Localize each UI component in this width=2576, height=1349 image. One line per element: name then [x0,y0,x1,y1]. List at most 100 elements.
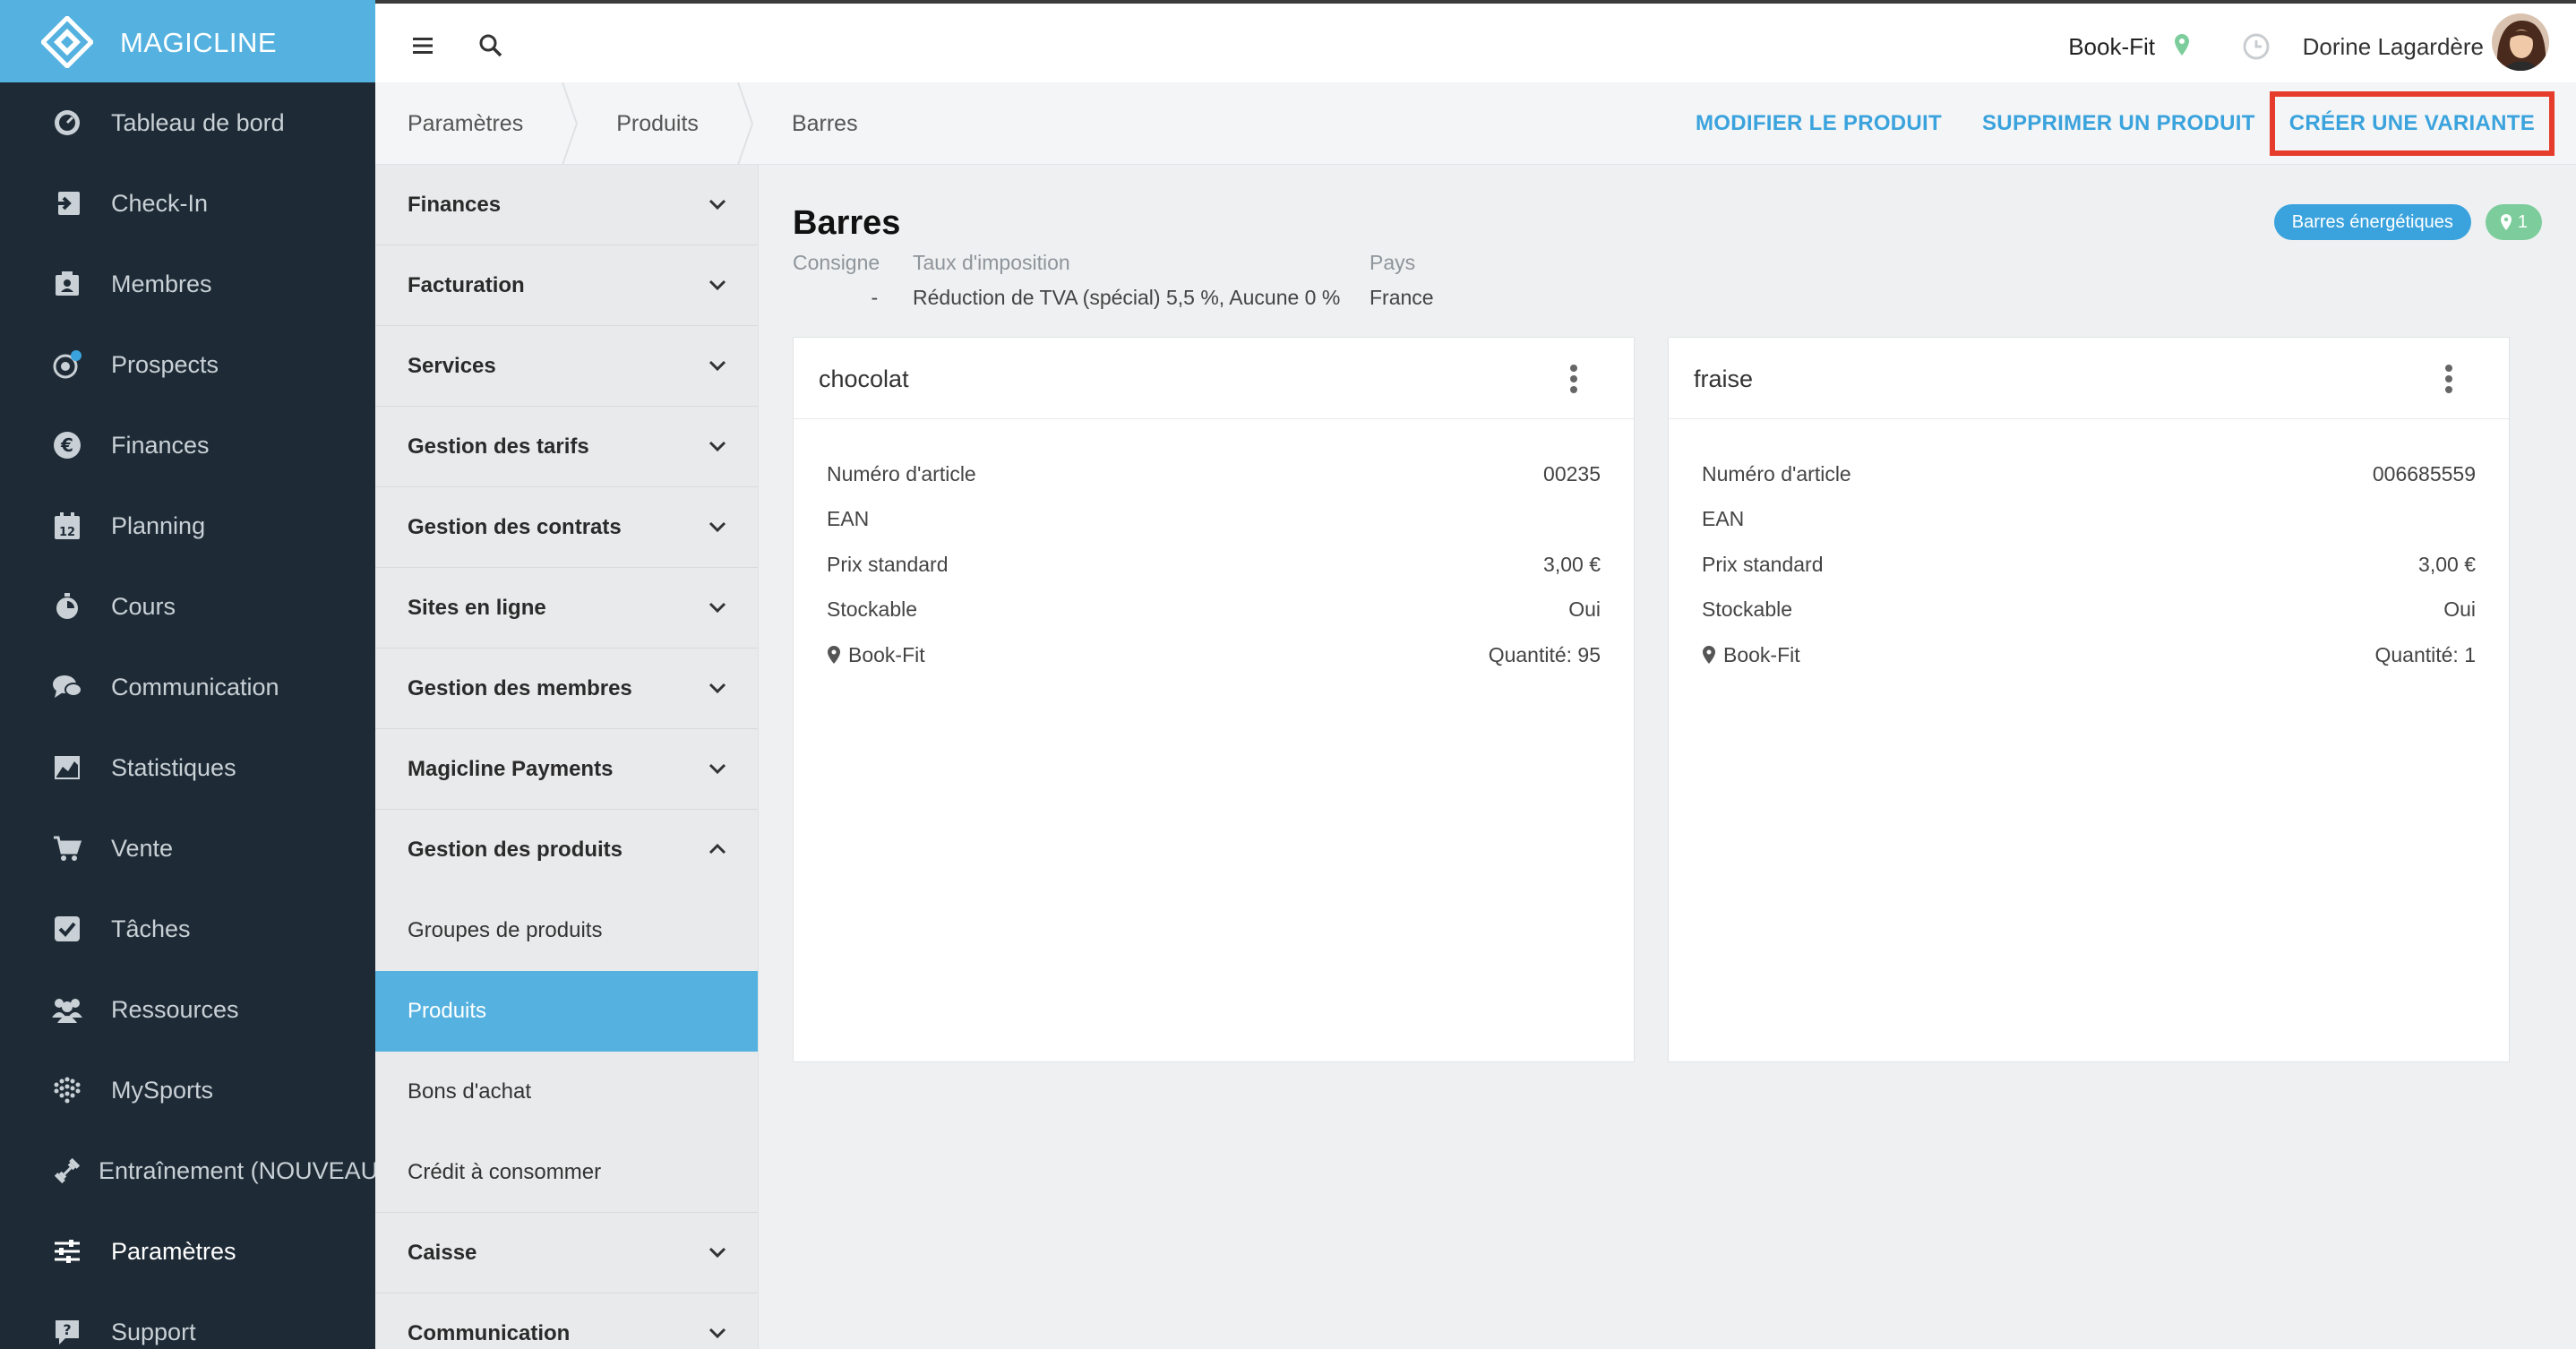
product-group-badge[interactable]: Barres énergétiques [2273,204,2471,240]
search-icon[interactable] [476,30,506,61]
variant-details: Numéro d'article 006685559 EAN Prix stan… [1669,419,2509,678]
location-count-badge[interactable]: 1 [2485,204,2542,240]
nav-item-finances[interactable]: € Finances [0,405,375,485]
article-value: 00235 [1543,461,1601,485]
breadcrumb-item-settings[interactable]: Paramètres [408,111,523,137]
nav-item-label: Membres [111,270,212,297]
main-navigation: MAGICLINE Tableau de bord Check-In Membr… [0,0,386,1349]
submenu-item-product-groups[interactable]: Groupes de produits [375,890,758,971]
user-name[interactable]: Dorine Lagardère [2303,4,2484,86]
stockable-label: Stockable [827,597,918,622]
variant-card: chocolat Numéro d'article 00235 EAN Prix… [793,337,1635,1062]
nav-item-tasks[interactable]: Tâches [0,889,375,969]
current-site[interactable]: Book-Fit [2068,4,2155,86]
nav-item-sales[interactable]: Vente [0,808,375,889]
nav-item-label: Check-In [111,189,209,217]
nav-item-label: Cours [111,592,176,620]
submenu-item-credit[interactable]: Crédit à consommer [375,1132,758,1213]
nav-item-mysports[interactable]: MySports [0,1050,375,1130]
submenu-section-label: Gestion des contrats [408,514,622,539]
nav-item-training[interactable]: Entraînement (NOUVEAU) [0,1130,386,1211]
detail-row-stock: Book-Fit Quantité: 1 [1702,632,2476,678]
chart-icon [52,752,82,783]
stockable-value: Oui [2443,597,2476,622]
avatar[interactable] [2492,13,2549,71]
deposit-field: Consigne - [793,251,880,310]
submenu-section-online-sites[interactable]: Sites en ligne [375,568,758,649]
nav-item-support[interactable]: ? Support [0,1292,375,1349]
submenu-section-cash-register[interactable]: Caisse [375,1213,758,1293]
nav-item-resources[interactable]: Ressources [0,969,375,1050]
delete-product-button[interactable]: SUPPRIMER UN PRODUIT [1982,111,2255,136]
more-options-icon[interactable] [1567,363,1580,395]
top-bar: Book-Fit Dorine Lagardère [375,0,2576,82]
chevron-down-icon [708,1247,726,1259]
location-pin-icon [1703,646,1715,665]
country-label: Pays [1370,251,1416,274]
detail-row-stockable: Stockable Oui [1702,588,2476,633]
nav-item-check-in[interactable]: Check-In [0,163,375,244]
variant-card-header: chocolat [794,338,1634,419]
nav-item-settings[interactable]: Paramètres [0,1211,375,1292]
magicline-logo-icon [41,16,93,68]
clock-icon[interactable] [2243,33,2270,64]
nav-item-planning[interactable]: 12 Planning [0,485,375,566]
submenu-item-products[interactable]: Produits [375,971,758,1052]
nav-item-label: Statistiques [111,753,236,781]
submenu-item-label: Produits [408,999,487,1023]
submenu-section-payments[interactable]: Magicline Payments [375,729,758,810]
submenu-section-finances[interactable]: Finances [375,165,758,245]
dots-grid-icon [52,1075,82,1105]
submenu-section-label: Sites en ligne [408,595,546,620]
stock-site-name: Book-Fit [848,642,925,666]
submenu-section-communication[interactable]: Communication [375,1293,758,1349]
country-field: Pays France [1370,251,1434,310]
submenu-section-label: Finances [408,192,502,217]
nav-item-label: MySports [111,1076,214,1104]
dashboard-icon [52,107,82,138]
article-label: Numéro d'article [827,461,976,485]
deposit-value: - [871,286,879,309]
submenu-section-billing[interactable]: Facturation [375,245,758,326]
svg-text:?: ? [63,1321,71,1338]
variant-card: fraise Numéro d'article 006685559 EAN Pr… [1668,337,2510,1062]
product-actions: MODIFIER LE PRODUIT SUPPRIMER UN PRODUIT… [1655,82,2555,165]
stock-quantity: Quantité: 95 [1488,642,1601,666]
detail-row-ean: EAN [827,497,1601,543]
submenu-section-label: Gestion des produits [408,838,623,862]
dumbbell-icon [52,1156,82,1186]
nav-item-members[interactable]: Membres [0,244,375,324]
nav-item-label: Support [111,1318,196,1345]
edit-product-button[interactable]: MODIFIER LE PRODUIT [1696,111,1942,136]
nav-item-label: Paramètres [111,1237,236,1265]
breadcrumb-item-products[interactable]: Produits [616,111,699,137]
nav-item-statistics[interactable]: Statistiques [0,727,375,808]
submenu-item-vouchers[interactable]: Bons d'achat [375,1052,758,1132]
location-pin-icon [2500,214,2512,230]
submenu-section-contracts[interactable]: Gestion des contrats [375,487,758,568]
nav-item-courses[interactable]: Cours [0,566,375,647]
menu-icon[interactable] [408,30,438,61]
submenu-item-label: Crédit à consommer [408,1159,602,1184]
nav-item-communication[interactable]: Communication [0,647,375,727]
more-options-icon[interactable] [2443,363,2455,395]
location-count: 1 [2517,212,2528,232]
submenu-section-label: Facturation [408,272,525,297]
submenu-section-members[interactable]: Gestion des membres [375,649,758,729]
chevron-down-icon [708,360,726,372]
nav-item-dashboard[interactable]: Tableau de bord [0,82,375,163]
tax-rate-value: Réduction de TVA (spécial) 5,5 %, Aucune… [913,286,1341,309]
submenu-section-pricing[interactable]: Gestion des tarifs [375,407,758,487]
nav-item-prospects[interactable]: Prospects [0,324,375,405]
submenu-section-label: Caisse [408,1240,477,1265]
stock-site: Book-Fit [827,643,925,667]
ean-label: EAN [827,507,870,531]
create-variant-button[interactable]: CRÉER UNE VARIANTE [2269,91,2555,156]
submenu-section-services[interactable]: Services [375,326,758,407]
nav-item-label: Entraînement (NOUVEAU) [99,1156,387,1184]
brand-header[interactable]: MAGICLINE [0,0,375,82]
article-label: Numéro d'article [1702,461,1851,485]
submenu-section-products[interactable]: Gestion des produits [375,810,758,890]
nav-item-label: Ressources [111,995,239,1023]
chat-icon [52,672,82,702]
